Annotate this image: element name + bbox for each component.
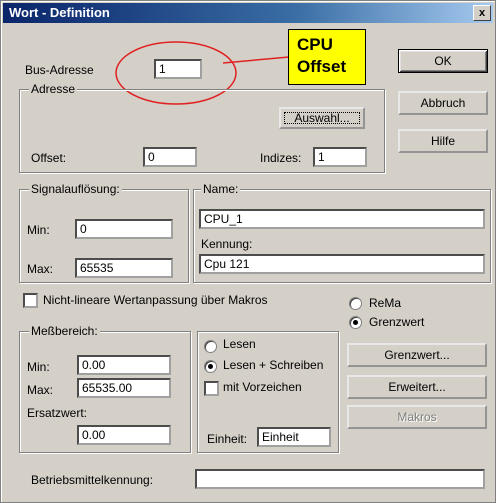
signal-group-title: Signalauflösung: [29,182,122,196]
annotation-line [223,56,290,64]
erweitert-button[interactable]: Erweitert... [347,375,487,399]
grenzwert-radio-label: Grenzwert [369,315,425,329]
ok-button[interactable]: OK [398,49,488,73]
rema-label: ReMa [369,296,402,310]
name-group-title: Name: [201,182,241,196]
close-button[interactable]: x [473,5,491,21]
kennung-label: Kennung: [201,237,253,251]
lesen-schreiben-label: Lesen + Schreiben [223,358,324,372]
lesen-schreiben-radio[interactable] [204,360,217,373]
einheit-label: Einheit: [207,432,248,446]
offset-input[interactable]: 0 [143,147,197,167]
title-bar[interactable]: Wort - Definition x [3,3,493,23]
name-input[interactable]: CPU_1 [199,209,485,229]
adresse-group-title: Adresse [29,82,78,96]
mb-max-label: Max: [27,383,54,397]
einheit-input[interactable]: Einheit [257,427,331,447]
mb-min-label: Min: [27,360,50,374]
mb-min-input[interactable]: 0.00 [77,355,171,375]
betriebsmittel-label: Betriebsmittelkennung: [31,473,154,487]
signal-min-label: Min: [27,223,50,237]
bus-address-label: Bus-Adresse [25,63,94,77]
callout-line1: CPU [297,35,333,54]
vorzeichen-label: mit Vorzeichen [223,380,302,394]
hilfe-button[interactable]: Hilfe [398,129,488,153]
nichtlinear-label: Nicht-lineare Wertanpassung über Makros [43,293,268,307]
nichtlinear-checkbox[interactable] [23,293,38,308]
signal-max-input[interactable]: 65535 [75,258,173,278]
kennung-input[interactable]: Cpu 121 [199,254,485,274]
cpu-offset-callout: CPU Offset [288,29,366,85]
offset-label: Offset: [31,151,67,165]
messbereich-group-title: Meßbereich: [29,324,100,338]
grenzwert-button[interactable]: Grenzwert... [347,343,487,367]
betriebsmittel-input[interactable] [195,469,485,489]
auswahl-button[interactable]: Auswahl... [279,107,365,129]
signal-max-label: Max: [27,262,54,276]
vorzeichen-checkbox[interactable] [204,381,219,396]
rema-radio[interactable] [349,297,362,310]
lesen-radio[interactable] [204,340,217,353]
dialog-window: Wort - Definition x Bus-Adresse 1 CPU Of… [0,0,496,503]
ersatzwert-input[interactable]: 0.00 [77,425,171,445]
makros-button[interactable]: Makros [347,405,487,429]
callout-line2: Offset [297,57,347,76]
mb-max-input[interactable]: 65535.00 [77,378,171,398]
signal-min-input[interactable]: 0 [75,219,173,239]
grenzwert-radio[interactable] [349,316,362,329]
lesen-label: Lesen [223,337,256,351]
indizes-label: Indizes: [260,151,302,165]
ersatzwert-label: Ersatzwert: [27,406,88,420]
window-title: Wort - Definition [9,5,110,20]
abbruch-button[interactable]: Abbruch [398,91,488,115]
indizes-input[interactable]: 1 [313,147,367,167]
